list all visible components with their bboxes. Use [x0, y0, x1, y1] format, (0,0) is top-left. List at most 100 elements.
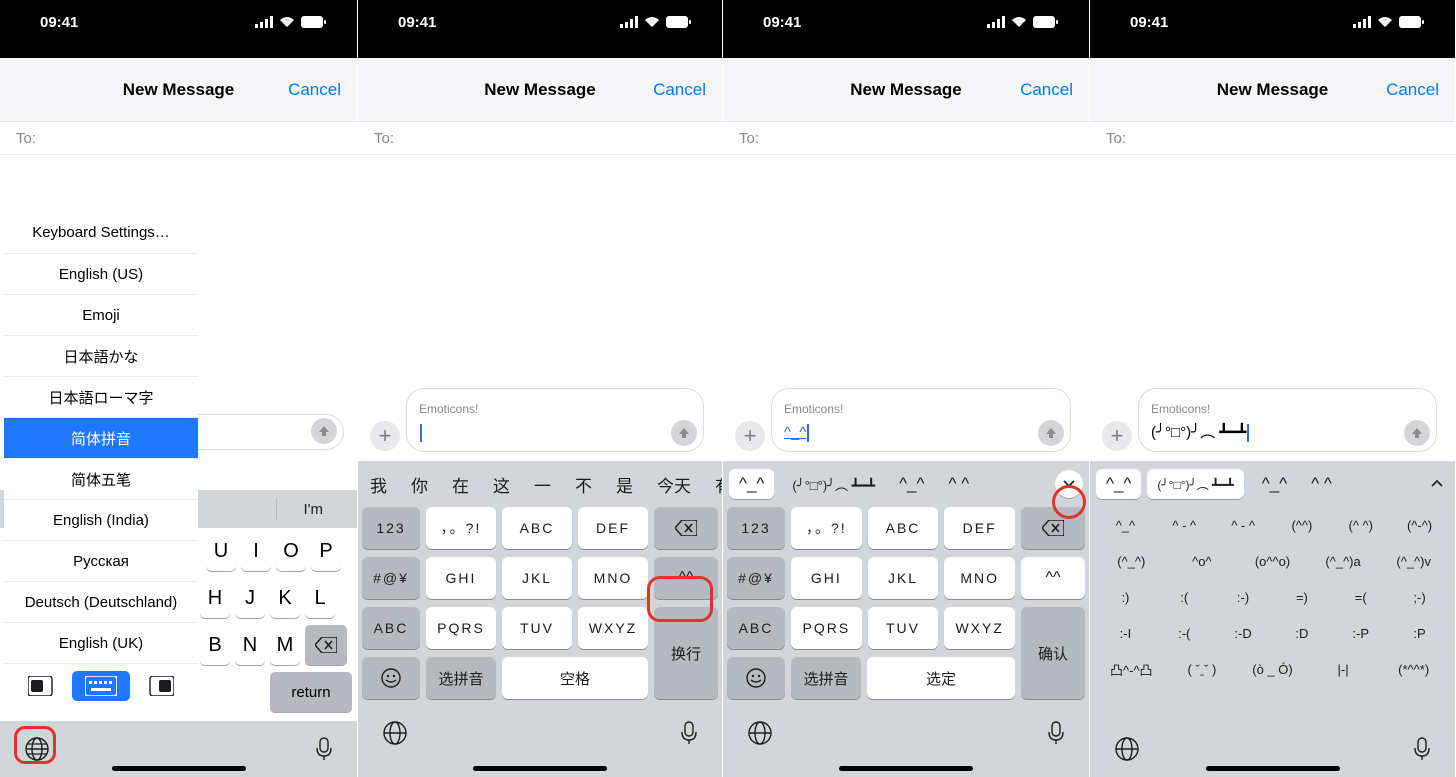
- key-sym[interactable]: #@¥: [362, 557, 420, 599]
- emoticon[interactable]: :D: [1272, 626, 1331, 641]
- kb-zh-wubi[interactable]: 简体五笔: [4, 458, 198, 499]
- return-key[interactable]: return: [270, 672, 352, 712]
- key-wxyz[interactable]: WXYZ: [578, 607, 648, 649]
- key-sym[interactable]: #@¥: [727, 557, 785, 599]
- candidate[interactable]: 今天: [645, 472, 703, 497]
- emoticon[interactable]: ( ˇˍˇ ): [1167, 662, 1238, 677]
- kb-en-uk[interactable]: English (UK): [4, 622, 198, 663]
- add-button[interactable]: +: [370, 421, 400, 451]
- key-wxyz[interactable]: WXYZ: [944, 607, 1015, 649]
- emoticon[interactable]: :-I: [1096, 626, 1155, 641]
- candidate[interactable]: (╯°□°)╯︵ ┻━┻: [1147, 469, 1243, 499]
- kb-ja-kana[interactable]: 日本語かな: [4, 335, 198, 376]
- candidate[interactable]: 你: [399, 472, 440, 497]
- key-n[interactable]: N: [235, 625, 265, 665]
- key-p[interactable]: P: [311, 531, 341, 571]
- key-h[interactable]: H: [200, 578, 230, 618]
- emoticon-key[interactable]: ^^: [1021, 557, 1085, 599]
- emoticon[interactable]: ^ - ^: [1155, 518, 1214, 533]
- message-input[interactable]: Emoticons! (╯°□°)╯︵ ┻━┻: [1138, 388, 1437, 452]
- emoticon[interactable]: :): [1096, 590, 1155, 605]
- to-field[interactable]: To:: [723, 122, 1089, 155]
- keyboard-float-right-icon[interactable]: [146, 676, 174, 696]
- emoticon[interactable]: (ò _ Ó): [1237, 662, 1308, 677]
- space-key[interactable]: 空格: [502, 657, 648, 699]
- cancel-button[interactable]: Cancel: [288, 80, 341, 100]
- key-123[interactable]: 123: [362, 507, 420, 549]
- candidate[interactable]: 在: [440, 472, 481, 497]
- key-u[interactable]: U: [206, 531, 236, 571]
- key-m[interactable]: M: [270, 625, 300, 665]
- emoticon[interactable]: :-): [1214, 590, 1273, 605]
- message-input[interactable]: Emoticons!: [406, 388, 704, 452]
- candidate[interactable]: ^ ^: [1299, 474, 1344, 494]
- emoticon[interactable]: =(: [1331, 590, 1390, 605]
- key-i[interactable]: I: [241, 531, 271, 571]
- add-button[interactable]: +: [735, 421, 765, 451]
- backspace-key[interactable]: [654, 507, 718, 549]
- keyboard-full-icon[interactable]: [72, 671, 130, 701]
- emoticon[interactable]: (^-^): [1390, 518, 1449, 533]
- emoticon[interactable]: (*^^*): [1378, 662, 1449, 677]
- emoticon[interactable]: |-|: [1308, 662, 1379, 677]
- key-punct[interactable]: ，。?!: [426, 507, 496, 549]
- candidate[interactable]: ^_^: [887, 474, 936, 494]
- emoticon[interactable]: ^o^: [1167, 554, 1238, 569]
- key-k[interactable]: K: [270, 578, 300, 618]
- emoticon[interactable]: (^ ^): [1331, 518, 1390, 533]
- mic-icon[interactable]: [680, 720, 698, 746]
- emoticon[interactable]: ^ - ^: [1214, 518, 1273, 533]
- to-field[interactable]: To:: [0, 122, 357, 155]
- kb-en-in[interactable]: English (India): [4, 499, 198, 540]
- key-o[interactable]: O: [276, 531, 306, 571]
- candidate[interactable]: 是: [604, 472, 645, 497]
- emoticon[interactable]: ;-): [1390, 590, 1449, 605]
- to-field[interactable]: To:: [358, 122, 722, 155]
- key-jkl[interactable]: JKL: [868, 557, 939, 599]
- emoticon[interactable]: :-D: [1214, 626, 1273, 641]
- cancel-button[interactable]: Cancel: [1020, 80, 1073, 100]
- message-input[interactable]: Emoticons! ^_^: [771, 388, 1071, 452]
- key-ghi[interactable]: GHI: [426, 557, 496, 599]
- candidate[interactable]: ^_^: [1250, 474, 1299, 494]
- emoji-key[interactable]: [727, 657, 785, 699]
- kb-settings[interactable]: Keyboard Settings…: [4, 212, 198, 253]
- emoticon[interactable]: (o^^o): [1237, 554, 1308, 569]
- key-mno[interactable]: MNO: [944, 557, 1015, 599]
- kb-ja-romaji[interactable]: 日本語ローマ字: [4, 376, 198, 417]
- emoticon[interactable]: ^_^: [1096, 518, 1155, 533]
- key-abc[interactable]: ABC: [502, 507, 572, 549]
- key-l[interactable]: L: [305, 578, 335, 618]
- key-punct[interactable]: ，。?!: [791, 507, 862, 549]
- candidate[interactable]: 一: [522, 472, 563, 497]
- collapse-candidates-icon[interactable]: [1423, 470, 1451, 498]
- emoticon[interactable]: (^_^)v: [1378, 554, 1449, 569]
- globe-icon[interactable]: [382, 720, 408, 746]
- key-mode-abc[interactable]: ABC: [727, 607, 785, 649]
- emoticon[interactable]: (^_^)a: [1308, 554, 1379, 569]
- kb-ru[interactable]: Русская: [4, 540, 198, 581]
- select-key[interactable]: 选定: [867, 657, 1015, 699]
- key-tuv[interactable]: TUV: [502, 607, 572, 649]
- key-pqrs[interactable]: PQRS: [426, 607, 496, 649]
- candidate[interactable]: ^_^: [1096, 469, 1141, 499]
- select-pinyin[interactable]: 选拼音: [791, 657, 861, 699]
- kb-zh-pinyin[interactable]: 简体拼音: [4, 417, 198, 458]
- mic-icon[interactable]: [1047, 720, 1065, 746]
- key-def[interactable]: DEF: [578, 507, 648, 549]
- emoticon[interactable]: :P: [1390, 626, 1449, 641]
- candidate[interactable]: 不: [563, 472, 604, 497]
- emoticon[interactable]: 凸^-^凸: [1096, 660, 1167, 679]
- backspace-key[interactable]: [305, 625, 347, 665]
- keyboard-float-left-icon[interactable]: [28, 676, 56, 696]
- key-abc[interactable]: ABC: [868, 507, 939, 549]
- key-def[interactable]: DEF: [944, 507, 1015, 549]
- emoticon[interactable]: (^^): [1272, 518, 1331, 533]
- globe-icon[interactable]: [1114, 736, 1140, 762]
- cancel-button[interactable]: Cancel: [1386, 80, 1439, 100]
- kb-de[interactable]: Deutsch (Deutschland): [4, 581, 198, 622]
- kb-emoji[interactable]: Emoji: [4, 294, 198, 335]
- suggestion[interactable]: I'm: [277, 501, 349, 518]
- key-123[interactable]: 123: [727, 507, 785, 549]
- mic-icon[interactable]: [1413, 736, 1431, 762]
